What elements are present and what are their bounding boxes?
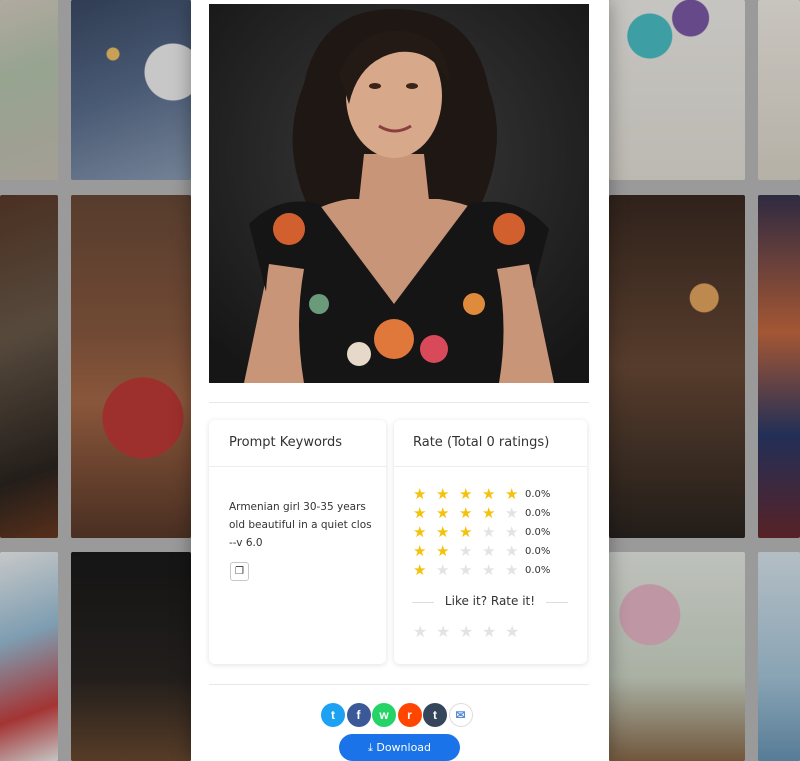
prompt-text: Armenian girl 30-35 years old beautiful … [229,501,372,549]
share-bar: t f w r t ✉ [321,703,474,727]
star-icon: ★ [482,561,496,579]
star-icon: ★ [482,485,496,503]
rating-row: ★ ★ ★ ★ ★ 0.0% [413,542,550,561]
rate-star-icon[interactable]: ★ [436,622,459,641]
star-icon: ★ [413,504,427,522]
rating-breakdown: ★ ★ ★ ★ ★ 0.0% ★ ★ ★ ★ ★ 0.0% ★ ★ ★ ★ ★ 0.0% ★ ★ ★ ★ ★ 0.0% ★ ★ ★ ★… [413,485,550,580]
gallery-thumbnail[interactable] [0,195,58,538]
gallery-thumbnail[interactable] [0,552,58,761]
prompt-keywords-title: Prompt Keywords [209,420,386,467]
star-icon: ★ [459,523,473,541]
rate-star-icon[interactable]: ★ [482,622,505,641]
divider [209,684,589,685]
gallery-thumbnail[interactable] [609,552,745,761]
rating-row: ★ ★ ★ ★ ★ 0.0% [413,485,550,504]
generated-image [209,4,589,383]
star-icon: ★ [459,504,473,522]
rating-percent: 0.0% [525,527,551,538]
star-icon: ★ [413,561,427,579]
rating-percent: 0.0% [525,489,551,500]
download-label: Download [376,741,432,754]
gallery-thumbnail[interactable] [758,552,800,761]
prompt-keywords-card: Prompt Keywords Armenian girl 30-35 year… [209,420,386,664]
reddit-share-icon[interactable]: r [397,703,422,727]
gallery-thumbnail[interactable] [0,0,58,180]
download-button[interactable]: ⤓ Download [339,734,460,761]
star-icon: ★ [413,523,427,541]
star-icon: ★ [459,542,473,560]
rating-title: Rate (Total 0 ratings) [394,420,587,467]
rate-star-icon[interactable]: ★ [459,622,482,641]
rating-percent: 0.0% [525,565,551,576]
star-icon: ★ [436,542,450,560]
star-icon: ★ [436,504,450,522]
gallery-thumbnail[interactable] [71,195,191,538]
tumblr-share-icon[interactable]: t [423,703,447,727]
rate-star-icon[interactable]: ★ [505,622,528,641]
gallery-thumbnail[interactable] [758,0,800,180]
gallery-thumbnail[interactable] [609,0,745,180]
rating-row: ★ ★ ★ ★ ★ 0.0% [413,504,550,523]
whatsapp-share-icon[interactable]: w [372,703,396,727]
rating-percent: 0.0% [525,508,551,519]
star-icon: ★ [436,561,450,579]
rating-row: ★ ★ ★ ★ ★ 0.0% [413,523,550,542]
gallery-thumbnail[interactable] [758,195,800,538]
gallery-thumbnail[interactable] [71,0,191,180]
star-icon: ★ [459,485,473,503]
rate-it-prompt: Like it? Rate it! [412,594,568,608]
rating-percent: 0.0% [525,546,551,557]
star-icon: ★ [436,523,450,541]
star-icon: ★ [436,485,450,503]
portrait-illustration [209,4,589,383]
rating-card: Rate (Total 0 ratings) ★ ★ ★ ★ ★ 0.0% ★ ★ ★ ★ ★ 0.0… [394,420,587,664]
rating-row: ★ ★ ★ ★ ★ 0.0% [413,561,550,580]
divider [209,402,589,403]
copy-icon[interactable]: ❐ [230,562,249,581]
image-detail-modal: Prompt Keywords Armenian girl 30-35 year… [191,0,609,761]
star-icon: ★ [482,542,496,560]
user-rating-stars[interactable]: ★ ★ ★ ★ ★ [413,622,528,641]
star-icon: ★ [482,504,496,522]
star-icon: ★ [413,542,427,560]
facebook-share-icon[interactable]: f [346,703,371,727]
star-icon: ★ [413,485,427,503]
gallery-thumbnail[interactable] [609,195,745,538]
twitter-share-icon[interactable]: t [321,703,345,727]
email-share-icon[interactable]: ✉ [448,703,473,727]
gallery-thumbnail[interactable] [71,552,191,761]
rate-star-icon[interactable]: ★ [413,622,436,641]
download-icon: ⤓ [367,741,373,754]
star-icon: ★ [482,523,496,541]
star-icon: ★ [459,561,473,579]
